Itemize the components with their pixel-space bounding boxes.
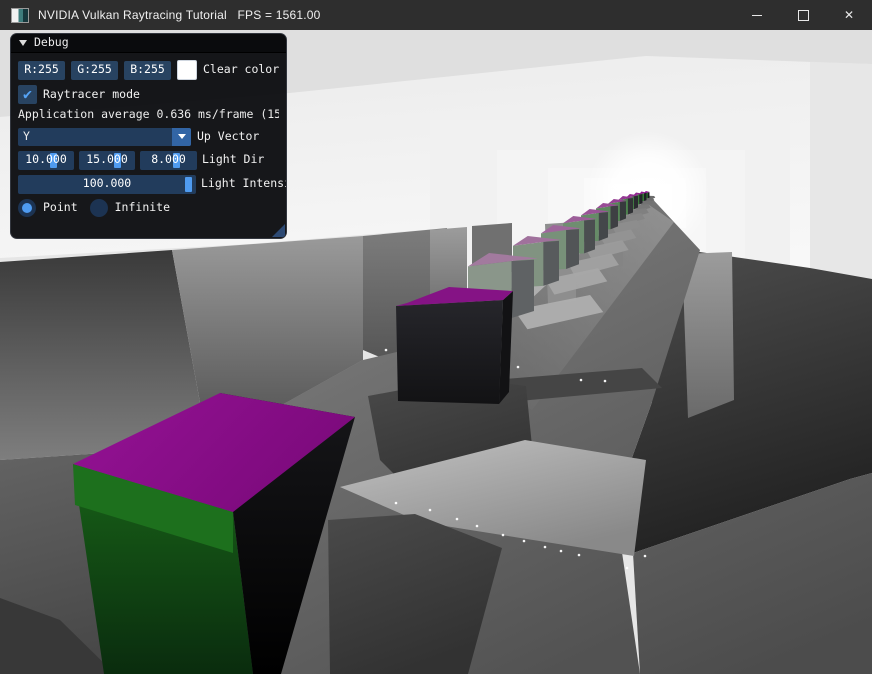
combo-arrow-button[interactable]: [172, 128, 191, 146]
maximize-icon: [798, 10, 809, 21]
light-dir-y-value: 15.000: [79, 151, 135, 170]
performance-text: Application average 0.636 ms/frame (1572…: [18, 109, 279, 121]
light-intensity-row: 100.000 Light Intensity: [18, 175, 279, 194]
up-vector-combo[interactable]: Y: [18, 128, 191, 146]
debug-panel-body: R:255 G:255 B:255 Clear color ✔ Raytrace…: [11, 53, 286, 217]
clear-color-label: Clear color: [203, 64, 279, 76]
application-window: NVIDIA Vulkan Raytracing Tutorial FPS = …: [0, 0, 872, 674]
right-upper-wall: [810, 62, 872, 290]
light-dir-x-slider[interactable]: 10.000: [18, 151, 74, 170]
radio-infinite[interactable]: [90, 199, 108, 217]
maximize-button[interactable]: [780, 0, 826, 30]
title-bar: NVIDIA Vulkan Raytracing Tutorial FPS = …: [0, 0, 872, 30]
checkmark-icon: ✔: [23, 87, 32, 102]
light-dir-z-value: 8.000: [140, 151, 197, 170]
radio-point[interactable]: [18, 199, 36, 217]
window-title: NVIDIA Vulkan Raytracing Tutorial FPS = …: [38, 8, 321, 22]
debug-panel: Debug R:255 G:255 B:255 Clear color ✔ Ra…: [10, 33, 287, 239]
light-dir-label: Light Dir: [202, 154, 264, 166]
light-intensity-label: Light Intensity: [201, 178, 287, 190]
debug-panel-titlebar[interactable]: Debug: [11, 34, 286, 53]
minimize-button[interactable]: [734, 0, 780, 30]
collapse-arrow-icon[interactable]: [19, 40, 27, 46]
app-icon: [11, 8, 29, 23]
chevron-down-icon: [178, 134, 186, 139]
up-vector-value: Y: [18, 128, 172, 146]
close-button[interactable]: ✕: [826, 0, 872, 30]
raytracer-row: ✔ Raytracer mode: [18, 85, 279, 104]
radio-point-label: Point: [43, 202, 78, 214]
raytracer-label: Raytracer mode: [43, 89, 140, 101]
up-vector-row: Y Up Vector: [18, 128, 279, 146]
light-dir-row: 10.000 15.000 8.000 Light Dir: [18, 151, 279, 170]
close-icon: ✕: [844, 9, 854, 21]
minimize-icon: [752, 15, 762, 16]
radio-selected-dot: [22, 203, 32, 213]
debug-panel-title: Debug: [34, 37, 69, 49]
raytracer-checkbox[interactable]: ✔: [18, 85, 37, 104]
light-intensity-value: 100.000: [18, 175, 196, 194]
light-dir-x-value: 10.000: [18, 151, 74, 170]
up-vector-label: Up Vector: [197, 131, 259, 143]
resize-grip[interactable]: [272, 224, 285, 237]
mid-cube-front: [396, 300, 503, 404]
clear-color-row: R:255 G:255 B:255 Clear color: [18, 60, 279, 80]
light-type-row: Point Infinite: [18, 199, 279, 217]
clear-color-swatch[interactable]: [177, 60, 197, 80]
radio-infinite-label: Infinite: [115, 202, 170, 214]
light-dir-z-slider[interactable]: 8.000: [140, 151, 197, 170]
mid-cube: [396, 287, 513, 404]
light-intensity-slider[interactable]: 100.000: [18, 175, 196, 194]
green-drag-field[interactable]: G:255: [71, 61, 118, 80]
red-drag-field[interactable]: R:255: [18, 61, 65, 80]
blue-drag-field[interactable]: B:255: [124, 61, 171, 80]
light-dir-y-slider[interactable]: 15.000: [79, 151, 135, 170]
